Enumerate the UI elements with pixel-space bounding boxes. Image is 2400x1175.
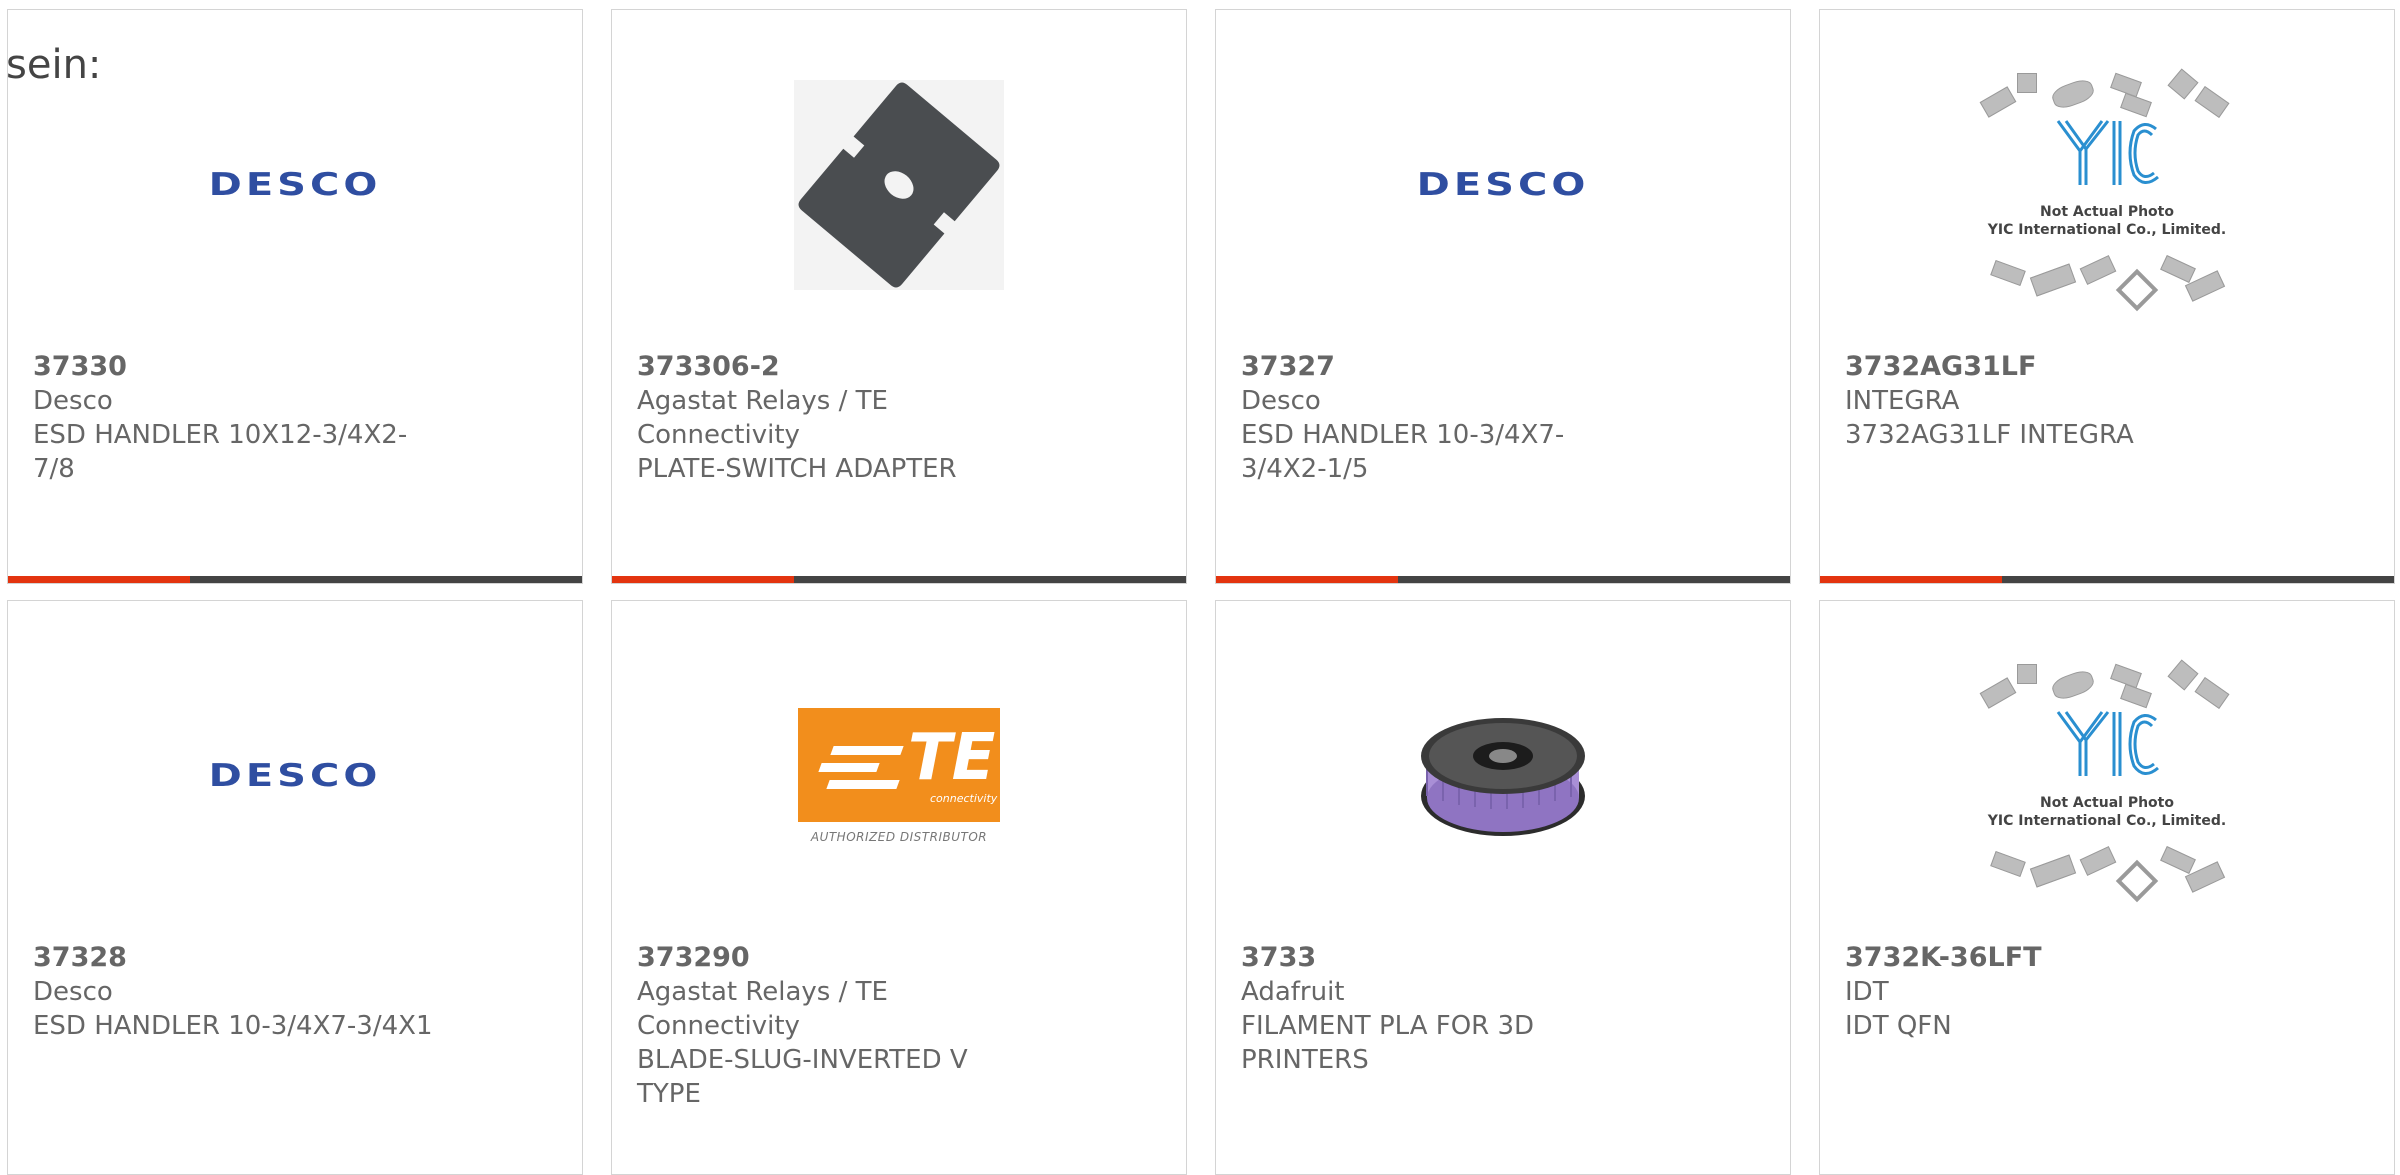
image-note: Not Actual Photo YIC International Co., … (1972, 794, 2242, 830)
description: ESD HANDLER 10X12-3/4X2-7/8 (33, 420, 408, 484)
product-image[interactable]: TE connectivity AUTHORIZED DISTRIBUTOR (612, 661, 1186, 891)
product-card[interactable]: DESCO 37327 Desco ESD HANDLER 10-3/4X7-3… (1215, 9, 1791, 584)
te-line (818, 763, 880, 772)
product-grid: DESCO 37330 Desco ESD HANDLER 10X12-3/4X… (7, 9, 2400, 1175)
plate-photo (794, 80, 1004, 290)
image-note: Not Actual Photo YIC International Co., … (1972, 203, 2242, 239)
chip-icon (2160, 254, 2196, 284)
card-bar-accent (1216, 576, 1398, 583)
image-note-line: Not Actual Photo (2040, 204, 2174, 220)
product-image[interactable] (612, 70, 1186, 300)
manufacturer: Agastat Relays / TE Connectivity (637, 977, 888, 1041)
te-logo: TE connectivity AUTHORIZED DISTRIBUTOR (798, 708, 1000, 844)
manufacturer: Desco (33, 386, 113, 416)
chip-icon (2049, 76, 2097, 112)
part-number-link[interactable]: 37330 (33, 350, 433, 384)
image-note-line: YIC International Co., Limited. (1987, 222, 2227, 238)
chip-icon (2017, 73, 2037, 93)
description: IDT QFN (1845, 1011, 1952, 1041)
product-card[interactable]: DESCO 37330 Desco ESD HANDLER 10X12-3/4X… (7, 9, 583, 584)
chip-icon (2017, 664, 2037, 684)
desco-logo: DESCO (1416, 167, 1590, 203)
te-logo-sub: connectivity (930, 792, 998, 805)
manufacturer: Agastat Relays / TE Connectivity (637, 386, 888, 450)
chip-icon (2049, 667, 2097, 703)
chip-icon (2167, 659, 2199, 691)
manufacturer: Desco (1241, 386, 1321, 416)
filament-spool-photo (1421, 718, 1585, 836)
part-number-link[interactable]: 373306-2 (637, 350, 1037, 384)
chip-icon (1979, 677, 2017, 709)
te-logo-text: TE (908, 721, 996, 795)
te-line (826, 780, 900, 789)
yic-mark (2056, 120, 2159, 185)
product-card[interactable]: 373306-2 Agastat Relays / TE Connectivit… (611, 9, 1187, 584)
card-bar (8, 576, 582, 583)
chip-icon (2120, 683, 2152, 709)
chip-icon (2160, 845, 2196, 875)
description: BLADE-SLUG-INVERTED V TYPE (637, 1045, 968, 1109)
chip-icon (2029, 263, 2077, 297)
description: ESD HANDLER 10-3/4X7-3/4X1 (33, 1011, 433, 1041)
description: ESD HANDLER 10-3/4X7-3/4X2-1/5 (1241, 420, 1565, 484)
chip-icon (2167, 68, 2199, 100)
yic-placeholder: Not Actual Photo YIC International Co., … (1972, 656, 2242, 903)
product-card[interactable]: 3733 Adafruit FILAMENT PLA FOR 3D PRINTE… (1215, 600, 1791, 1175)
yic-placeholder: Not Actual Photo YIC International Co., … (1972, 65, 2242, 312)
chip-icon (2120, 92, 2152, 118)
product-card[interactable]: Not Actual Photo YIC International Co., … (1819, 600, 2395, 1175)
part-number-link[interactable]: 3733 (1241, 941, 1641, 975)
description: FILAMENT PLA FOR 3D PRINTERS (1241, 1011, 1535, 1075)
card-bar (1216, 576, 1790, 583)
manufacturer: Adafruit (1241, 977, 1345, 1007)
te-logo-caption: AUTHORIZED DISTRIBUTOR (810, 830, 988, 844)
te-logo-box: TE connectivity (798, 708, 1000, 822)
image-note-line: YIC International Co., Limited. (1987, 813, 2227, 829)
te-line (830, 746, 904, 755)
part-number-link[interactable]: 37327 (1241, 350, 1641, 384)
card-bar-accent (8, 576, 190, 583)
manufacturer: Desco (33, 977, 113, 1007)
manufacturer: IDT (1845, 977, 1889, 1007)
product-card[interactable]: DESCO 37328 Desco ESD HANDLER 10-3/4X7-3… (7, 600, 583, 1175)
intro-text: sein: (6, 42, 102, 88)
chip-icon (2029, 854, 2077, 888)
product-image[interactable]: Not Actual Photo YIC International Co., … (1820, 659, 2394, 903)
chip-icon (2194, 86, 2230, 118)
desco-logo: DESCO (208, 758, 382, 794)
chip-icon (1990, 260, 2026, 286)
part-number-link[interactable]: 373290 (637, 941, 1037, 975)
part-number-link[interactable]: 3732AG31LF (1845, 350, 2245, 384)
image-note-line: Not Actual Photo (2040, 795, 2174, 811)
chip-icon (1990, 851, 2026, 877)
chip-icon (2079, 255, 2117, 285)
card-bar (1820, 576, 2394, 583)
card-bar (612, 576, 1186, 583)
product-image[interactable] (1216, 661, 1790, 891)
desco-logo: DESCO (208, 167, 382, 203)
yic-mark (2056, 711, 2159, 776)
chip-icon (1979, 86, 2017, 118)
card-bar-accent (612, 576, 794, 583)
product-image[interactable]: Not Actual Photo YIC International Co., … (1820, 68, 2394, 312)
chip-icon (2194, 677, 2230, 709)
product-image[interactable]: DESCO (8, 661, 582, 891)
product-card[interactable]: Not Actual Photo YIC International Co., … (1819, 9, 2395, 584)
description: 3732AG31LF INTEGRA (1845, 420, 2134, 450)
part-number-link[interactable]: 3732K-36LFT (1845, 941, 2245, 975)
product-card[interactable]: TE connectivity AUTHORIZED DISTRIBUTOR 3… (611, 600, 1187, 1175)
part-number-link[interactable]: 37328 (33, 941, 433, 975)
chip-icon (2115, 859, 2159, 903)
product-image[interactable]: DESCO (8, 70, 582, 300)
product-image[interactable]: DESCO (1216, 70, 1790, 300)
manufacturer: INTEGRA (1845, 386, 1960, 416)
chip-icon (2079, 846, 2117, 876)
description: PLATE-SWITCH ADAPTER (637, 454, 957, 484)
chip-icon (2115, 268, 2159, 312)
card-bar-accent (1820, 576, 2002, 583)
